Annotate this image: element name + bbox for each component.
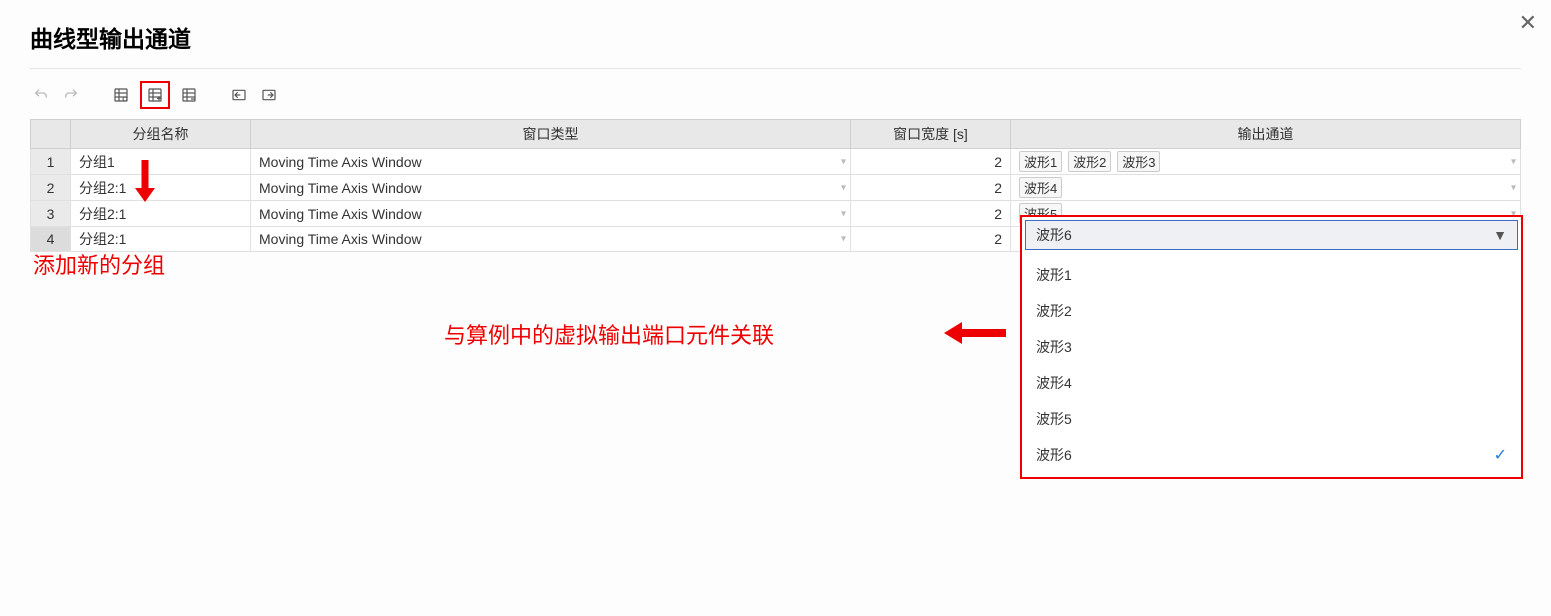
col-header-name[interactable]: 分组名称 [71,120,251,149]
dropdown-list: 波形1 波形2 波形3 波形4 波形5 波形6✓ [1022,253,1521,477]
dropdown-option[interactable]: 波形6✓ [1022,437,1521,473]
window-type-cell[interactable]: Moving Time Axis Window▾ [251,201,851,227]
col-header-output[interactable]: 输出通道 [1011,120,1521,149]
col-header-width[interactable]: 窗口宽度 [s] [851,120,1011,149]
dropdown-tri-icon: ▾ [841,182,846,193]
check-icon: ✓ [1494,445,1507,465]
annotation-link-virtual: 与算例中的虚拟输出端口元件关联 [444,318,774,350]
dropdown-option[interactable]: 波形2 [1022,293,1521,329]
group-name-cell[interactable]: 分组2:1 [71,201,251,227]
row-number: 2 [31,175,71,201]
annotation-add-group: 添加新的分组 [33,248,165,280]
dropdown-option[interactable]: 波形4 [1022,365,1521,401]
output-chip[interactable]: 波形1 [1019,151,1062,172]
grid-insert-row-above-button[interactable] [110,84,132,106]
arrow-down-icon [135,160,155,202]
dropdown-option[interactable]: 波形5 [1022,401,1521,437]
export-button[interactable] [258,84,280,106]
output-chip[interactable]: 波形2 [1068,151,1111,172]
row-number: 1 [31,149,71,175]
window-width-cell[interactable]: 2 [851,201,1011,227]
table-row[interactable]: 2 分组2:1 Moving Time Axis Window▾ 2 波形4 ▾ [31,175,1521,201]
dropdown-option[interactable]: 波形1 [1022,257,1521,293]
output-chip[interactable]: 波形3 [1117,151,1160,172]
output-channel-cell[interactable]: 波形1 波形2 波形3 ▾ [1011,149,1521,175]
table-row[interactable]: 1 分组1 Moving Time Axis Window▾ 2 波形1 波形2… [31,149,1521,175]
output-channel-dropdown: 波形6 ▼ 波形1 波形2 波形3 波形4 波形5 波形6✓ [1020,215,1523,479]
col-header-type[interactable]: 窗口类型 [251,120,851,149]
redo-button[interactable] [60,84,82,106]
group-name-cell[interactable]: 分组1 [71,149,251,175]
arrow-left-icon [944,322,1006,344]
dropdown-selected[interactable]: 波形6 ▼ [1025,220,1518,250]
group-name-cell[interactable]: 分组2:1 [71,175,251,201]
output-chip[interactable]: 波形4 [1019,177,1062,198]
window-width-cell[interactable]: 2 [851,149,1011,175]
dropdown-tri-icon: ▾ [841,234,846,245]
window-type-cell[interactable]: Moving Time Axis Window▾ [251,227,851,252]
grid-insert-row-below-button[interactable] [140,81,170,109]
close-icon[interactable]: ✕ [1519,10,1537,36]
undo-button[interactable] [30,84,52,106]
toolbar [30,79,1521,111]
window-width-cell[interactable]: 2 [851,227,1011,252]
dropdown-option[interactable]: 波形3 [1022,329,1521,365]
dropdown-tri-icon: ▾ [1511,156,1516,167]
row-number: 3 [31,201,71,227]
import-button[interactable] [228,84,250,106]
title-divider [30,68,1521,69]
dropdown-tri-icon: ▾ [1511,182,1516,193]
output-channel-cell[interactable]: 波形4 ▾ [1011,175,1521,201]
chevron-down-icon: ▼ [1493,227,1507,243]
page-title: 曲线型输出通道 [30,20,1521,54]
window-type-cell[interactable]: Moving Time Axis Window▾ [251,149,851,175]
dropdown-tri-icon: ▾ [841,208,846,219]
window-width-cell[interactable]: 2 [851,175,1011,201]
window-type-cell[interactable]: Moving Time Axis Window▾ [251,175,851,201]
grid-delete-row-button[interactable] [178,84,200,106]
col-corner [31,120,71,149]
dropdown-tri-icon: ▾ [841,156,846,167]
dropdown-selected-label: 波形6 [1036,225,1072,245]
